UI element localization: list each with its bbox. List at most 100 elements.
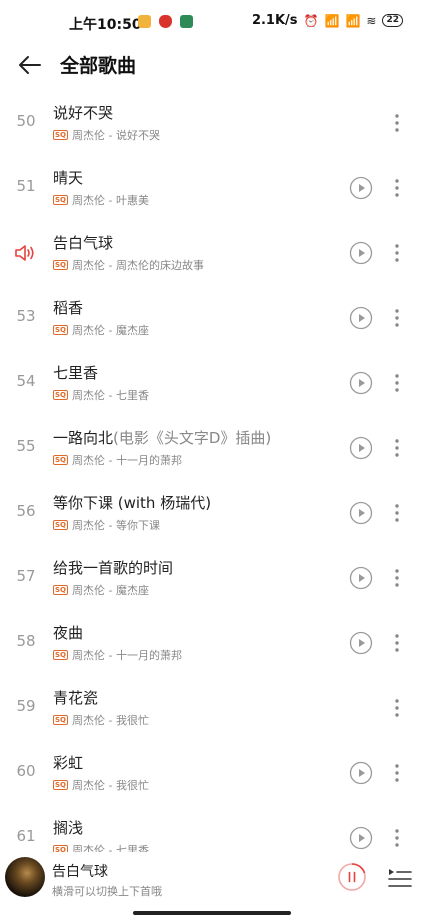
mini-player[interactable]: 告白气球 横滑可以切换上下首哦 <box>0 852 425 908</box>
song-meta: SQ 周杰伦 - 魔杰座 <box>53 582 149 598</box>
pause-circle-icon <box>338 863 366 891</box>
more-vertical-icon <box>395 114 399 132</box>
artist-album: 周杰伦 - 等你下课 <box>72 519 160 532</box>
more-options-button[interactable] <box>388 372 406 394</box>
song-title-text: 稻香 <box>53 299 84 317</box>
more-options-button[interactable] <box>388 177 406 199</box>
song-title-text: 七里香 <box>53 364 99 382</box>
play-button[interactable] <box>349 176 373 200</box>
song-row[interactable]: 50 说好不哭 SQ 周杰伦 - 说好不哭 <box>0 90 425 155</box>
song-row[interactable]: 59 青花瓷 SQ 周杰伦 - 我很忙 <box>0 675 425 740</box>
song-title: 告白气球 <box>53 232 113 253</box>
more-vertical-icon <box>395 179 399 197</box>
more-options-button[interactable] <box>388 502 406 524</box>
play-circle-icon <box>349 631 373 655</box>
artist-album: 周杰伦 - 十一月的萧邦 <box>72 454 182 467</box>
pause-button[interactable] <box>337 862 367 892</box>
song-row[interactable]: 56 等你下课 (with 杨瑞代) SQ 周杰伦 - 等你下课 <box>0 480 425 545</box>
sq-quality-badge: SQ <box>53 520 68 530</box>
song-row[interactable]: 55 一路向北(电影《头文字D》插曲) SQ 周杰伦 - 十一月的萧邦 <box>0 415 425 480</box>
battery-icon: 22 <box>382 14 403 27</box>
more-vertical-icon <box>395 439 399 457</box>
song-title: 七里香 <box>53 362 98 383</box>
more-vertical-icon <box>395 309 399 327</box>
song-title-text: 说好不哭 <box>53 104 114 122</box>
song-row[interactable]: 告白气球 SQ 周杰伦 - 周杰伦的床边故事 <box>0 220 425 285</box>
song-title-extra: (电影《头文字D》插曲) <box>113 429 272 447</box>
back-button[interactable] <box>14 50 44 80</box>
artist-album: 周杰伦 - 周杰伦的床边故事 <box>72 259 204 272</box>
song-row[interactable]: 51 晴天 SQ 周杰伦 - 叶惠美 <box>0 155 425 220</box>
sq-quality-badge: SQ <box>53 650 68 660</box>
track-number: 61 <box>16 827 36 845</box>
more-options-button[interactable] <box>388 632 406 654</box>
play-button[interactable] <box>349 501 373 525</box>
song-row[interactable]: 53 稻香 SQ 周杰伦 - 魔杰座 <box>0 285 425 350</box>
sq-quality-badge: SQ <box>53 195 68 205</box>
more-options-button[interactable] <box>388 307 406 329</box>
play-button[interactable] <box>349 761 373 785</box>
more-options-button[interactable] <box>388 242 406 264</box>
arrow-left-icon <box>19 56 41 74</box>
play-button[interactable] <box>349 826 373 850</box>
song-title: 搁浅 <box>53 817 83 838</box>
header: 全部歌曲 <box>0 44 425 86</box>
more-options-button[interactable] <box>388 437 406 459</box>
play-circle-icon <box>349 761 373 785</box>
play-button[interactable] <box>349 371 373 395</box>
song-meta: SQ 周杰伦 - 周杰伦的床边故事 <box>53 257 204 273</box>
song-meta: SQ 周杰伦 - 说好不哭 <box>53 127 160 143</box>
song-title-text: 夜曲 <box>53 624 84 642</box>
song-title-text: 一路向北 <box>53 429 114 447</box>
sq-quality-badge: SQ <box>53 260 68 270</box>
now-playing-hint: 横滑可以切换上下首哦 <box>52 885 162 898</box>
notification-android-icon <box>180 15 193 28</box>
status-time: 上午10:50 <box>69 17 142 33</box>
track-number: 55 <box>16 437 36 455</box>
wifi-icon: ≋ <box>366 13 377 28</box>
artist-album: 周杰伦 - 我很忙 <box>72 779 149 792</box>
song-row[interactable]: 57 给我一首歌的时间 SQ 周杰伦 - 魔杰座 <box>0 545 425 610</box>
song-row[interactable]: 58 夜曲 SQ 周杰伦 - 十一月的萧邦 <box>0 610 425 675</box>
more-options-button[interactable] <box>388 567 406 589</box>
more-options-button[interactable] <box>388 697 406 719</box>
status-app-icons <box>138 15 193 28</box>
play-circle-icon <box>349 371 373 395</box>
play-circle-icon <box>349 241 373 265</box>
song-title-text: 告白气球 <box>53 234 114 252</box>
play-button[interactable] <box>349 436 373 460</box>
song-meta: SQ 周杰伦 - 叶惠美 <box>53 192 149 208</box>
playlist-icon <box>388 869 412 887</box>
home-indicator[interactable] <box>133 911 291 915</box>
artist-album: 周杰伦 - 我很忙 <box>72 714 149 727</box>
song-row[interactable]: 60 彩虹 SQ 周杰伦 - 我很忙 <box>0 740 425 805</box>
more-vertical-icon <box>395 569 399 587</box>
more-options-button[interactable] <box>388 827 406 849</box>
sq-quality-badge: SQ <box>53 585 68 595</box>
song-meta: SQ 周杰伦 - 等你下课 <box>53 517 160 533</box>
playlist-button[interactable] <box>387 866 413 890</box>
play-button[interactable] <box>349 306 373 330</box>
song-title: 等你下课 (with 杨瑞代) <box>53 492 211 513</box>
track-number: 58 <box>16 632 36 650</box>
song-title: 一路向北(电影《头文字D》插曲) <box>53 427 271 448</box>
more-options-button[interactable] <box>388 112 406 134</box>
sq-quality-badge: SQ <box>53 780 68 790</box>
song-meta: SQ 周杰伦 - 十一月的萧邦 <box>53 647 182 663</box>
track-number: 56 <box>16 502 36 520</box>
play-button[interactable] <box>349 631 373 655</box>
album-art[interactable] <box>5 857 45 897</box>
signal-icon: 📶 <box>324 13 340 28</box>
song-meta: SQ 周杰伦 - 魔杰座 <box>53 322 149 338</box>
play-circle-icon <box>349 826 373 850</box>
artist-album: 周杰伦 - 七里香 <box>72 389 149 402</box>
more-options-button[interactable] <box>388 762 406 784</box>
more-vertical-icon <box>395 504 399 522</box>
play-button[interactable] <box>349 566 373 590</box>
song-row[interactable]: 54 七里香 SQ 周杰伦 - 七里香 <box>0 350 425 415</box>
sq-quality-badge: SQ <box>53 455 68 465</box>
play-circle-icon <box>349 436 373 460</box>
song-title-text: 青花瓷 <box>53 689 99 707</box>
play-button[interactable] <box>349 241 373 265</box>
song-meta: SQ 周杰伦 - 我很忙 <box>53 777 149 793</box>
